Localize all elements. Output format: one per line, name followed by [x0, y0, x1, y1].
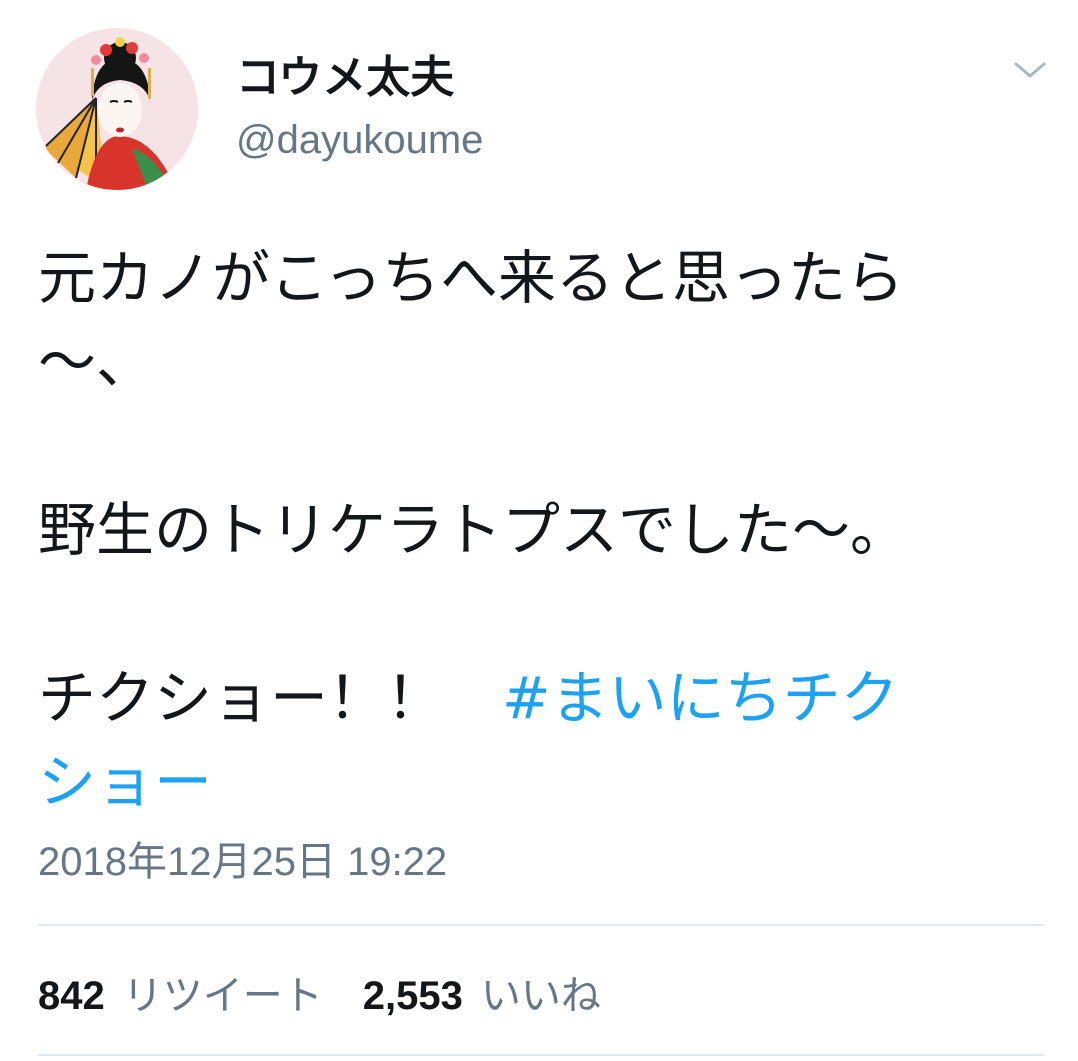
chevron-down-icon — [1014, 62, 1046, 78]
user-handle[interactable]: @dayukoume — [236, 112, 483, 168]
tweet-text: 元カノがこっちへ来ると思ったら 〜、 野生のトリケラトプスでした〜。 チクショー… — [38, 236, 1038, 824]
tweet-line: 元カノがこっちへ来ると思ったら — [38, 244, 904, 312]
tweet-detail: コウメ太夫 @dayukoume 元カノがこっちへ来ると思ったら 〜、 野生のト… — [0, 0, 1078, 1061]
tweet-line: 野生のトリケラトプスでした〜。 — [38, 496, 909, 564]
hashtag-link[interactable]: #まいにちチク — [502, 664, 899, 732]
avatar[interactable] — [36, 28, 198, 190]
tweet-stats: 842 リツイート 2,553 いいね — [38, 962, 601, 1022]
divider — [38, 924, 1044, 926]
display-name[interactable]: コウメ太夫 — [236, 48, 454, 108]
like-label: いいね — [480, 973, 601, 1019]
like-count: 2,553 — [362, 974, 463, 1018]
retweet-label: リツイート — [122, 973, 323, 1019]
retweet-stat[interactable]: 842 リツイート — [38, 963, 323, 1021]
more-options-button[interactable] — [1004, 50, 1056, 90]
retweet-count: 842 — [38, 974, 105, 1018]
tweet-line-text: チクショー！！ — [38, 664, 503, 732]
hashtag-link-continued[interactable]: ショー — [38, 740, 1038, 824]
tweet-line: 〜、 — [38, 328, 155, 396]
avatar-image — [36, 28, 198, 190]
tweet-timestamp: 2018年12月25日 19:22 — [38, 840, 448, 884]
like-stat[interactable]: 2,553 いいね — [363, 963, 601, 1021]
divider — [38, 1054, 1044, 1056]
tweet-line: チクショー！！ #まいにちチク — [38, 656, 1038, 740]
